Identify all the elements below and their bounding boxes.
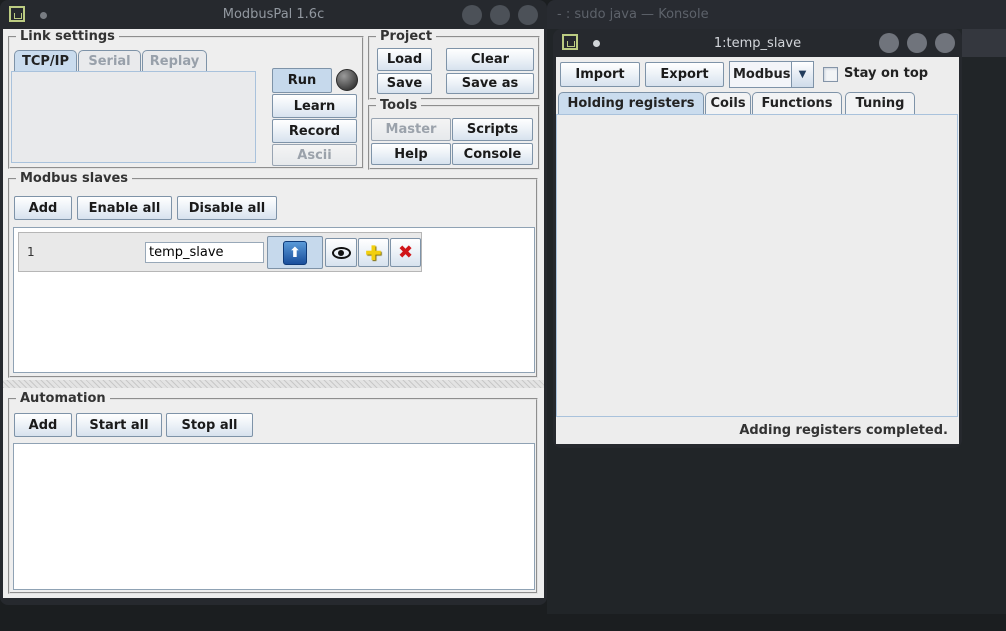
stay-on-top-checkbox[interactable] (823, 67, 838, 82)
maximize-button[interactable] (907, 33, 927, 53)
window-icon (562, 34, 578, 50)
tab-serial[interactable]: Serial (78, 50, 141, 71)
slave-row[interactable]: 1 ⬆ ✚ ✖ (18, 232, 422, 272)
add-register-button[interactable]: ✚ (358, 238, 389, 267)
holding-registers-panel (556, 114, 958, 417)
disable-all-button[interactable]: Disable all (177, 196, 277, 220)
load-button[interactable]: Load (377, 48, 432, 71)
stop-all-button[interactable]: Stop all (166, 413, 253, 437)
tools-title: Tools (376, 98, 421, 114)
up-arrow-icon: ⬆ (283, 241, 307, 265)
start-all-button[interactable]: Start all (76, 413, 162, 437)
status-message: Adding registers completed. (556, 419, 956, 444)
clear-button[interactable]: Clear (446, 48, 534, 71)
modbuspal-window: ModbusPal 1.6c Link settings TCP/IP Seri… (0, 0, 547, 605)
konsole-title: - : sudo java — Konsole (557, 7, 709, 22)
eye-icon (332, 247, 351, 259)
export-button[interactable]: Export (645, 62, 724, 87)
tab-functions[interactable]: Functions (752, 92, 842, 114)
temp-slave-title: 1:temp_slave (714, 36, 801, 51)
close-button[interactable] (935, 33, 955, 53)
close-button[interactable] (518, 5, 538, 25)
plus-icon: ✚ (365, 241, 382, 265)
link-status-led-icon (336, 69, 358, 91)
minimize-button[interactable] (462, 5, 482, 25)
tab-coils[interactable]: Coils (705, 92, 751, 114)
temp-slave-window: 1:temp_slave Import Export Modbus ▼ Stay… (553, 29, 962, 448)
link-settings-title: Link settings (16, 29, 119, 45)
titlebar-dot-icon (40, 12, 47, 19)
help-button[interactable]: Help (371, 143, 451, 165)
stay-on-top-label: Stay on top (844, 66, 928, 81)
slave-name-field[interactable] (145, 242, 264, 263)
maximize-button[interactable] (490, 5, 510, 25)
tab-tuning[interactable]: Tuning (845, 92, 915, 114)
add-slave-button[interactable]: Add (14, 196, 72, 220)
scripts-button[interactable]: Scripts (452, 118, 533, 141)
slave-id: 1 (27, 245, 35, 259)
tab-tcpip[interactable]: TCP/IP (14, 50, 77, 71)
desktop: - : sudo java — Konsole ModbusPal 1.6c L… (0, 0, 1006, 631)
add-automation-button[interactable]: Add (14, 413, 72, 437)
enable-slave-toggle[interactable]: ⬆ (267, 236, 323, 269)
mode-select[interactable]: Modbus (729, 61, 792, 88)
ascii-button[interactable]: Ascii (272, 144, 357, 166)
show-slave-button[interactable] (325, 238, 357, 267)
modbus-slaves-title: Modbus slaves (16, 171, 132, 187)
import-button[interactable]: Import (560, 62, 640, 87)
chevron-down-icon[interactable]: ▼ (791, 61, 814, 88)
enable-all-button[interactable]: Enable all (77, 196, 172, 220)
tab-holding-registers[interactable]: Holding registers (558, 92, 704, 114)
split-handle[interactable] (3, 380, 544, 388)
console-button[interactable]: Console (452, 143, 533, 165)
minimize-button[interactable] (879, 33, 899, 53)
tcpip-panel (11, 71, 256, 163)
modbuspal-title: ModbusPal 1.6c (223, 7, 324, 22)
konsole-toolbar-area (962, 29, 1006, 57)
learn-button[interactable]: Learn (272, 94, 357, 118)
automation-list[interactable] (13, 443, 535, 590)
titlebar-dot-icon (593, 40, 600, 47)
window-icon (9, 6, 25, 22)
konsole-titlebar[interactable]: - : sudo java — Konsole (547, 0, 1006, 29)
project-title: Project (376, 29, 436, 45)
record-button[interactable]: Record (272, 119, 357, 143)
master-button[interactable]: Master (371, 118, 451, 141)
modbuspal-titlebar[interactable]: ModbusPal 1.6c (0, 0, 547, 29)
run-button[interactable]: Run (272, 68, 332, 93)
delete-slave-button[interactable]: ✖ (390, 238, 421, 267)
save-as-button[interactable]: Save as (446, 73, 534, 94)
temp-slave-titlebar[interactable]: 1:temp_slave (553, 29, 962, 57)
tab-replay[interactable]: Replay (142, 50, 207, 71)
x-icon: ✖ (398, 242, 413, 263)
automation-title: Automation (16, 391, 110, 407)
save-button[interactable]: Save (377, 73, 432, 94)
